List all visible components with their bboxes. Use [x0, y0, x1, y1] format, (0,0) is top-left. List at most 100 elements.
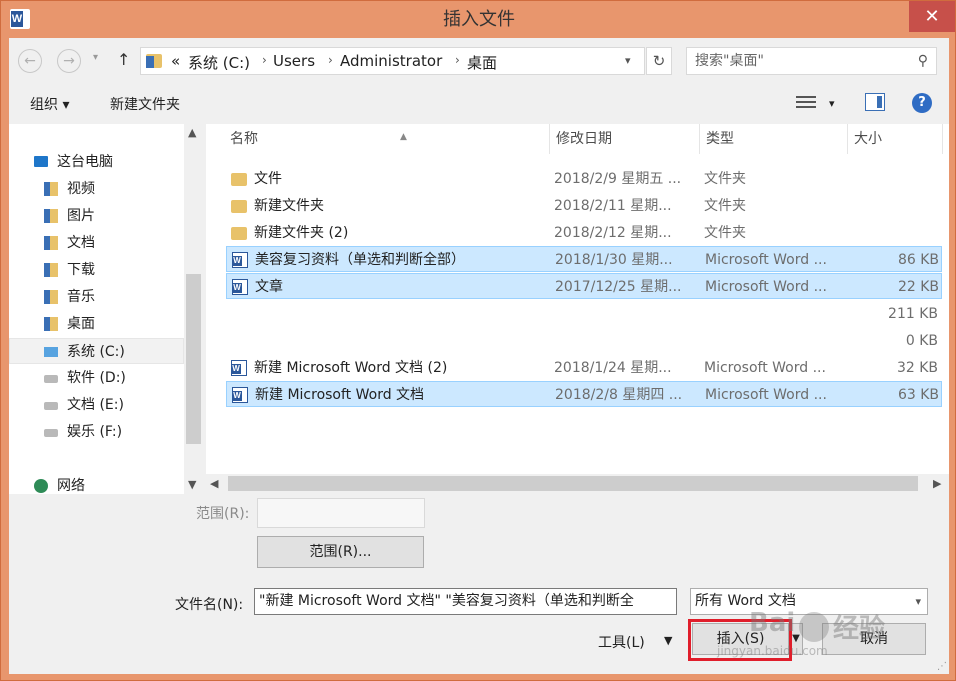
navigation-bar: ← → ▾ ↑ « 系统 (C:) › Users › Administrato…: [9, 38, 949, 82]
back-button[interactable]: ←: [18, 49, 42, 73]
sidebar-item-label: 娱乐 (F:): [67, 424, 123, 440]
library-icon: [44, 236, 58, 250]
breadcrumb-overflow[interactable]: «: [171, 52, 180, 70]
range-label: 范围(R):: [196, 506, 250, 522]
breadcrumb-desktop[interactable]: 桌面: [467, 52, 497, 73]
view-options-icon[interactable]: [796, 94, 816, 110]
chevron-up-icon[interactable]: ▲: [188, 126, 196, 139]
sidebar-item-label: 系统 (C:): [67, 344, 125, 360]
watermark-url: jingyan.baidu.com: [717, 644, 828, 658]
computer-icon: [34, 156, 48, 167]
library-icon: [44, 317, 58, 331]
sidebar-item-pictures[interactable]: 图片: [9, 203, 184, 229]
sidebar-item-label: 桌面: [67, 316, 95, 332]
word-doc-icon: [232, 387, 248, 403]
window-title: 插入文件: [443, 9, 515, 30]
sidebar-item-downloads[interactable]: 下载: [9, 257, 184, 283]
breadcrumb-separator[interactable]: ›: [455, 53, 460, 67]
drive-icon: [44, 375, 58, 383]
chevron-down-icon[interactable]: ▾: [829, 97, 835, 110]
recent-locations-button[interactable]: ▾: [93, 52, 98, 63]
organize-menu[interactable]: 组织 ▾: [30, 94, 69, 114]
breadcrumb-separator[interactable]: ›: [328, 53, 333, 67]
tools-menu[interactable]: 工具(L): [598, 632, 645, 652]
sidebar-item-music[interactable]: 音乐: [9, 284, 184, 310]
breadcrumb-users[interactable]: Users: [273, 52, 315, 70]
word-doc-icon: [232, 252, 248, 268]
library-icon: [44, 182, 58, 196]
folder-icon: [231, 200, 247, 213]
sidebar-item-entertainment-f[interactable]: 娱乐 (F:): [9, 419, 184, 445]
library-icon: [44, 263, 58, 277]
command-toolbar: 组织 ▾ 新建文件夹 ▾ ?: [9, 86, 949, 122]
watermark-brand: Bai: [749, 608, 796, 638]
drive-icon: [44, 429, 58, 437]
file-row-selected[interactable]: 美容复习资料（单选和判断全部） 2018/1/30 星期... Microsof…: [226, 246, 942, 272]
breadcrumb-administrator[interactable]: Administrator: [340, 52, 442, 70]
column-header-size[interactable]: 大小: [848, 124, 943, 154]
sidebar-item-label: 视频: [67, 181, 95, 197]
sidebar-item-label: 音乐: [67, 289, 95, 305]
library-icon: [44, 209, 58, 223]
column-header-name[interactable]: 名称 ▲: [224, 124, 550, 154]
sidebar-item-label: 图片: [67, 208, 95, 224]
sidebar-item-documents-e[interactable]: 文档 (E:): [9, 392, 184, 418]
preview-pane-icon[interactable]: [865, 93, 885, 111]
sidebar-item-this-pc[interactable]: 这台电脑: [9, 149, 184, 175]
forward-button[interactable]: →: [57, 49, 81, 73]
file-list: 名称 ▲ 修改日期 类型 大小 文件 2018/2/9 星期五 ... 文件夹 …: [206, 124, 949, 494]
file-row-selected[interactable]: 新建 Microsoft Word 文档 2018/2/8 星期四 ... Mi…: [226, 381, 942, 407]
filename-field[interactable]: "新建 Microsoft Word 文档" "美容复习资料（单选和判断全: [254, 588, 677, 615]
range-button[interactable]: 范围(R)...: [257, 536, 424, 568]
close-button[interactable]: ✕: [909, 1, 955, 32]
sidebar-item-system-c[interactable]: 系统 (C:): [9, 338, 184, 364]
navigation-pane-scrollbar[interactable]: ▲ ▼: [184, 124, 203, 494]
chevron-down-icon[interactable]: ▼: [188, 478, 196, 491]
dialog-body: ← → ▾ ↑ « 系统 (C:) › Users › Administrato…: [9, 38, 949, 674]
column-header-type[interactable]: 类型: [700, 124, 848, 154]
watermark-text: 经验: [833, 614, 886, 644]
file-row[interactable]: 新建文件夹 (2) 2018/2/12 星期... 文件夹: [226, 220, 942, 246]
breadcrumb-separator[interactable]: ›: [262, 53, 267, 67]
new-folder-button[interactable]: 新建文件夹: [110, 94, 180, 114]
file-row[interactable]: 211 KB: [226, 301, 942, 327]
sidebar-item-label: 网络: [57, 478, 85, 494]
sidebar-item-videos[interactable]: 视频: [9, 176, 184, 202]
folder-icon: [146, 54, 162, 68]
drive-icon: [44, 402, 58, 410]
file-row-selected[interactable]: 文章 2017/12/25 星期... Microsoft Word ... 2…: [226, 273, 942, 299]
filename-label: 文件名(N):: [175, 597, 244, 613]
chevron-down-icon[interactable]: ▾: [625, 54, 631, 67]
address-bar[interactable]: « 系统 (C:) › Users › Administrator › 桌面 ▾: [140, 47, 645, 75]
sidebar-item-label: 这台电脑: [57, 154, 113, 170]
chevron-left-icon[interactable]: ◀: [210, 477, 218, 490]
resize-grip-icon[interactable]: ⋰: [937, 661, 947, 672]
file-row[interactable]: 新建文件夹 2018/2/11 星期... 文件夹: [226, 193, 942, 219]
navigation-pane: 这台电脑 视频 图片 文档 下载 音乐 桌面 系统 (C:) 软件 (D:) 文…: [9, 124, 203, 494]
sidebar-item-label: 文档: [67, 235, 95, 251]
chevron-down-icon[interactable]: ▼: [664, 634, 672, 647]
search-input[interactable]: 搜索"桌面" ⚲: [686, 47, 937, 75]
file-row[interactable]: 文件 2018/2/9 星期五 ... 文件夹: [226, 166, 942, 192]
scrollbar-thumb[interactable]: [186, 274, 201, 444]
up-button[interactable]: ↑: [117, 50, 130, 69]
file-list-horizontal-scrollbar[interactable]: ◀ ▶: [206, 474, 949, 494]
watermark: Bai 经验 jingyan.baidu.com: [699, 606, 939, 666]
folder-icon: [231, 173, 247, 186]
range-field: [257, 498, 425, 528]
sidebar-item-label: 文档 (E:): [67, 397, 124, 413]
sidebar-item-desktop[interactable]: 桌面: [9, 311, 184, 337]
sidebar-item-documents[interactable]: 文档: [9, 230, 184, 256]
sidebar-item-network[interactable]: 网络: [9, 473, 184, 499]
sidebar-item-label: 下载: [67, 262, 95, 278]
chevron-right-icon[interactable]: ▶: [933, 477, 941, 490]
scrollbar-thumb[interactable]: [228, 476, 918, 491]
refresh-button[interactable]: ↻: [646, 47, 672, 75]
file-row[interactable]: 0 KB: [226, 328, 942, 354]
file-row[interactable]: 新建 Microsoft Word 文档 (2) 2018/1/24 星期...…: [226, 355, 942, 381]
help-icon[interactable]: ?: [912, 93, 932, 113]
paw-icon: [799, 612, 829, 642]
sidebar-item-software-d[interactable]: 软件 (D:): [9, 365, 184, 391]
column-header-date[interactable]: 修改日期: [550, 124, 700, 154]
breadcrumb-system-c[interactable]: 系统 (C:): [188, 52, 250, 73]
